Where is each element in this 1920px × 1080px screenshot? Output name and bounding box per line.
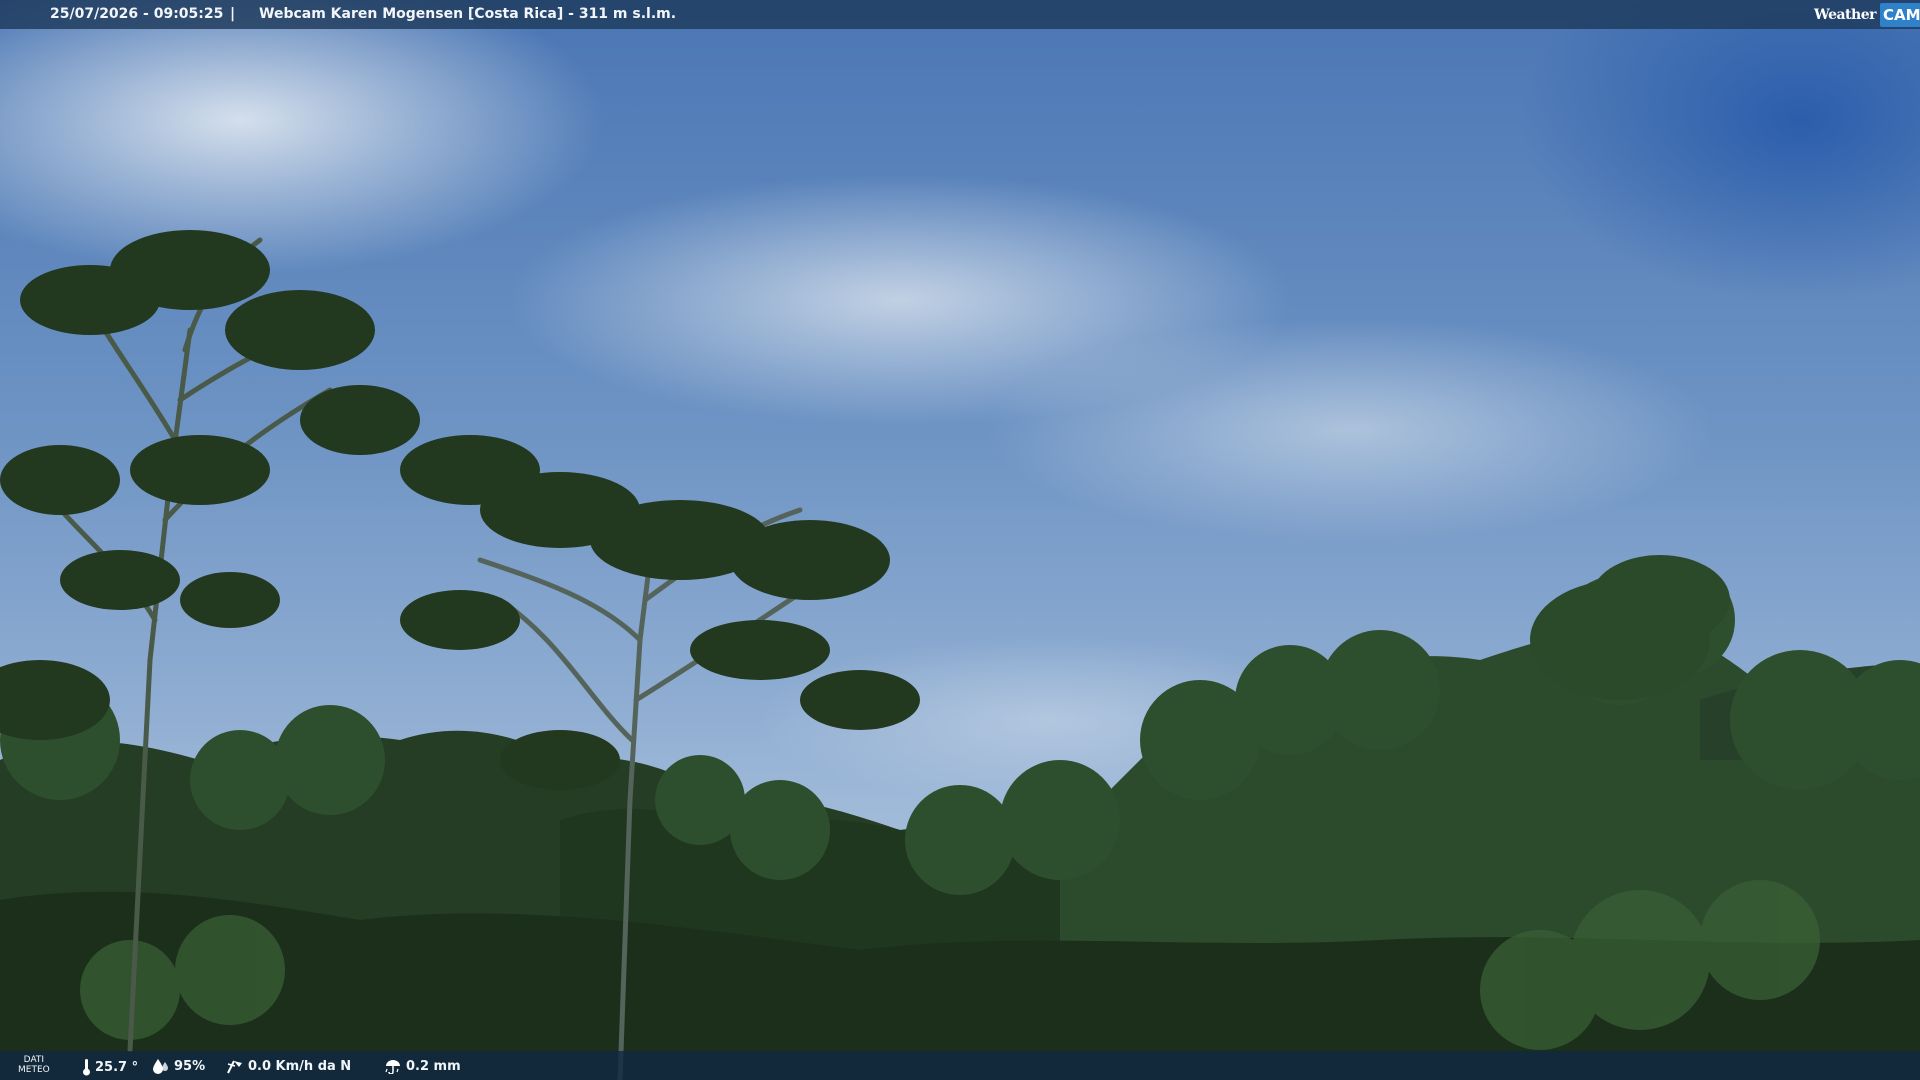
humidity-value: 95% (174, 1058, 206, 1074)
rain-icon (385, 1060, 400, 1074)
info-bar-top: 25/07/2026 - 09:05:25 | Webcam Karen Mog… (0, 0, 1920, 29)
wind-icon (227, 1060, 242, 1074)
logo-word-left: Weather (1814, 6, 1877, 23)
humidity-drop-icon (153, 1059, 168, 1074)
landscape-scene (0, 230, 1920, 1080)
rain-reading: 0.2 mm (384, 1058, 461, 1074)
temperature-value: 25.7 ° (95, 1059, 139, 1075)
logo-word-right: CAM (1880, 2, 1920, 27)
weather-data-bar: DATI METEO 25.7 ° 95% 0.0 Km/h da N 0.2 … (0, 1051, 1920, 1080)
humidity-reading: 95% (152, 1058, 205, 1074)
webcam-frame: 25/07/2026 - 09:05:25 | Webcam Karen Mog… (0, 0, 1920, 1080)
rain-value: 0.2 mm (406, 1058, 461, 1074)
thermometer-icon (83, 1059, 90, 1076)
weathercam-logo: Weather CAM (1814, 0, 1920, 29)
wind-value: 0.0 Km/h da N (248, 1058, 352, 1074)
timestamp: 25/07/2026 - 09:05:25 (50, 6, 224, 22)
wind-reading: 0.0 Km/h da N (226, 1058, 351, 1074)
weather-data-label: DATI METEO (18, 1055, 50, 1075)
webcam-location: Webcam Karen Mogensen [Costa Rica] - 311… (259, 6, 677, 22)
separator: | (230, 6, 236, 22)
temperature-reading: 25.7 ° (82, 1058, 138, 1076)
tree-left-foliage (0, 230, 420, 740)
